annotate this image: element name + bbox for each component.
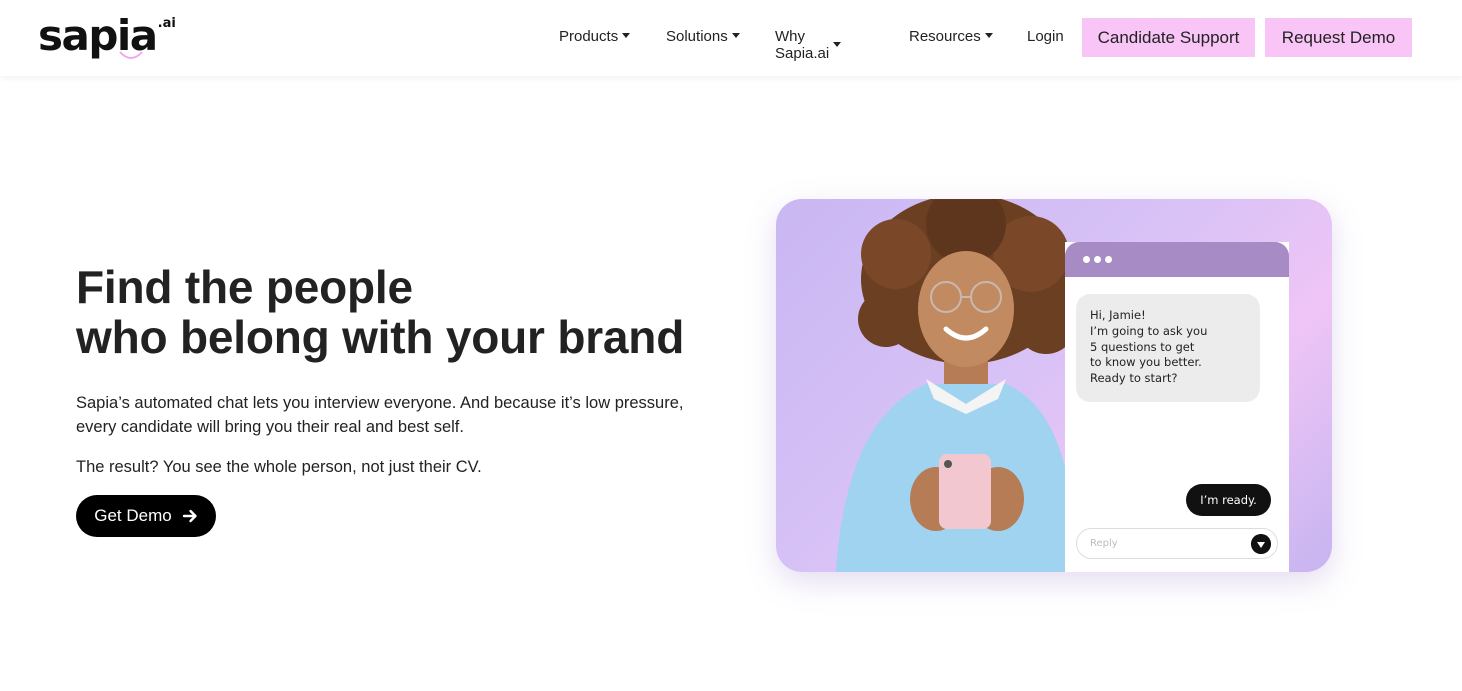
send-icon[interactable] (1251, 534, 1271, 554)
candidate-support-button[interactable]: Candidate Support (1082, 18, 1255, 57)
get-demo-button[interactable]: Get Demo (76, 495, 216, 537)
message-line: I’m going to ask you (1090, 323, 1208, 338)
hero-image-card: Hi, Jamie! I’m going to ask you 5 questi… (776, 199, 1332, 572)
message-line: Ready to start? (1090, 371, 1178, 386)
window-dot-icon (1105, 256, 1112, 263)
get-demo-label: Get Demo (94, 506, 172, 525)
nav-products-label: Products (559, 28, 619, 45)
caret-down-icon (984, 33, 993, 38)
nav-solutions[interactable]: Solutions (666, 28, 740, 45)
window-dot-icon (1094, 256, 1101, 263)
hero-description: Sapia’s automated chat lets you intervie… (76, 394, 684, 436)
outgoing-message: I’m ready. (1186, 484, 1271, 516)
nav-resources-label: Resources (909, 28, 981, 45)
message-line: 5 questions to get (1090, 339, 1195, 354)
nav-solutions-label: Solutions (666, 28, 728, 45)
message-line: to know you better. (1090, 355, 1202, 370)
reply-placeholder: Reply (1090, 538, 1118, 549)
incoming-message: Hi, Jamie! I’m going to ask you 5 questi… (1076, 294, 1260, 402)
message-line: Hi, Jamie! (1090, 308, 1146, 322)
hero-title: Find the people who belong with your bra… (76, 262, 684, 362)
hero-title-line-2: who belong with your brand (76, 311, 685, 363)
caret-down-icon (731, 33, 740, 38)
sapia-logo[interactable]: sapia .ai (38, 10, 176, 62)
caret-down-icon (833, 41, 842, 47)
nav-login[interactable]: Login (1027, 28, 1064, 45)
hero-result-text: The result? You see the whole person, no… (76, 458, 482, 476)
chat-titlebar (1065, 242, 1289, 277)
chat-window: Hi, Jamie! I’m going to ask you 5 questi… (1065, 242, 1289, 572)
logo-swoosh-icon (119, 51, 143, 59)
logo-suffix: .ai (157, 16, 176, 31)
hero-title-line-1: Find the people (76, 261, 413, 313)
request-demo-button[interactable]: Request Demo (1265, 18, 1412, 57)
nav-login-label: Login (1027, 28, 1064, 45)
window-dot-icon (1083, 256, 1090, 263)
nav-products[interactable]: Products (559, 28, 631, 45)
nav-why-sapia-label: Why Sapia.ai (775, 28, 830, 62)
caret-down-icon (622, 33, 631, 38)
site-header: sapia .ai Products Solutions Why Sapia.a… (0, 0, 1462, 76)
nav-resources[interactable]: Resources (909, 28, 993, 45)
nav-why-sapia[interactable]: Why Sapia.ai (775, 28, 842, 62)
reply-input[interactable]: Reply (1076, 528, 1278, 559)
arrow-right-icon (182, 509, 197, 523)
